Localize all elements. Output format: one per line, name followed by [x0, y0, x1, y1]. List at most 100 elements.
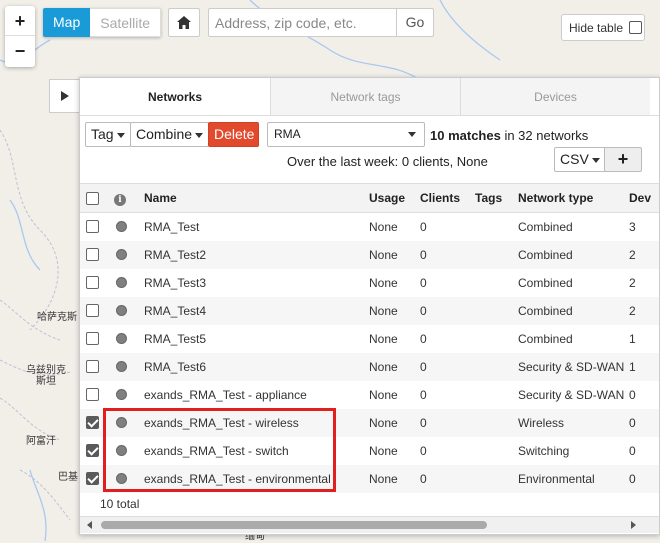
table-row[interactable]: RMA_Test6 None 0 Security & SD-WAN 1 — [80, 352, 659, 381]
row-name[interactable]: RMA_Test2 — [144, 240, 369, 269]
row-network-type: Security & SD-WAN — [518, 380, 629, 409]
status-dot-icon — [116, 305, 127, 316]
row-devices: 0 — [629, 464, 659, 493]
table-row[interactable]: RMA_Test2 None 0 Combined 2 — [80, 240, 659, 269]
row-checkbox[interactable] — [86, 416, 99, 429]
table-row[interactable]: exands_RMA_Test - wireless None 0 Wireless 0 — [80, 408, 659, 437]
column-header-devices[interactable]: Dev — [629, 183, 659, 213]
row-status-cell — [114, 240, 144, 269]
row-checkbox[interactable] — [86, 332, 99, 345]
row-usage: None — [369, 324, 420, 353]
networks-panel: Networks Network tags Devices Tag Combin… — [79, 77, 660, 535]
scrollbar-thumb[interactable] — [101, 521, 487, 529]
status-dot-icon — [116, 417, 127, 428]
table-row[interactable]: RMA_Test None 0 Combined 3 — [80, 212, 659, 241]
chevron-down-icon — [591, 157, 600, 163]
status-dot-icon — [116, 389, 127, 400]
row-usage: None — [369, 408, 420, 437]
tag-button-label: Tag — [91, 126, 114, 142]
column-header-name[interactable]: Name — [144, 183, 369, 213]
row-checkbox[interactable] — [86, 360, 99, 373]
hide-table-checkbox[interactable] — [629, 21, 643, 34]
network-filter-select[interactable]: RMA — [267, 122, 425, 147]
row-network-type: Combined — [518, 296, 629, 325]
home-icon — [177, 16, 191, 29]
table-row[interactable]: exands_RMA_Test - appliance None 0 Security… — [80, 380, 659, 409]
row-tags — [475, 436, 518, 465]
delete-button[interactable]: Delete — [208, 122, 259, 147]
row-clients: 0 — [420, 268, 475, 297]
tab-devices[interactable]: Devices — [460, 78, 650, 115]
row-checkbox[interactable] — [86, 220, 99, 234]
zoom-in-button[interactable]: + — [5, 6, 35, 36]
row-name[interactable]: RMA_Test3 — [144, 268, 369, 297]
row-name[interactable]: RMA_Test4 — [144, 296, 369, 325]
address-input[interactable] — [209, 9, 397, 36]
row-name[interactable]: exands_RMA_Test - appliance — [144, 380, 369, 409]
row-select-cell — [80, 268, 114, 297]
triangle-right-icon — [60, 91, 69, 101]
hide-table-toggle[interactable]: Hide table — [561, 14, 645, 41]
row-name[interactable]: exands_RMA_Test - wireless — [144, 408, 369, 437]
column-header-network-type[interactable]: Network type — [518, 183, 629, 213]
row-clients: 0 — [420, 324, 475, 353]
row-checkbox[interactable] — [86, 388, 99, 401]
row-network-type: Security & SD-WAN — [518, 352, 629, 381]
row-network-type: Combined — [518, 240, 629, 269]
scroll-left-icon[interactable] — [87, 521, 92, 529]
row-usage: None — [369, 240, 420, 269]
csv-export-button[interactable]: CSV — [554, 147, 606, 172]
row-select-cell — [80, 408, 114, 437]
table-total: 10 total — [100, 497, 140, 511]
match-count-rest: in 32 networks — [504, 128, 589, 143]
go-button[interactable]: Go — [397, 9, 433, 36]
row-checkbox[interactable] — [86, 304, 99, 317]
row-checkbox[interactable] — [86, 276, 99, 289]
row-name[interactable]: RMA_Test — [144, 212, 369, 241]
row-devices: 1 — [629, 324, 659, 353]
status-dot-icon — [116, 445, 127, 456]
row-name[interactable]: RMA_Test5 — [144, 324, 369, 353]
row-checkbox[interactable] — [86, 472, 99, 485]
row-status-cell — [114, 268, 144, 297]
column-header-usage[interactable]: Usage — [369, 183, 420, 213]
row-status-cell — [114, 408, 144, 437]
add-network-button[interactable]: + — [604, 147, 642, 172]
row-name[interactable]: exands_RMA_Test - environmental — [144, 464, 369, 493]
row-checkbox[interactable] — [86, 248, 99, 261]
chevron-down-icon — [116, 132, 125, 138]
row-name[interactable]: RMA_Test6 — [144, 352, 369, 381]
scroll-right-icon[interactable] — [631, 521, 636, 529]
info-icon[interactable]: i — [114, 193, 126, 206]
hide-table-label: Hide table — [569, 20, 624, 35]
table-row[interactable]: RMA_Test4 None 0 Combined 2 — [80, 296, 659, 325]
home-button[interactable] — [168, 8, 200, 37]
row-devices: 0 — [629, 380, 659, 409]
tab-networks[interactable]: Networks — [80, 78, 270, 115]
panel-tabs: Networks Network tags Devices — [80, 78, 659, 116]
row-clients: 0 — [420, 380, 475, 409]
table-row[interactable]: RMA_Test5 None 0 Combined 1 — [80, 324, 659, 353]
row-usage: None — [369, 212, 420, 241]
map-type-map-button[interactable]: Map — [43, 8, 91, 37]
map-type-satellite-button[interactable]: Satellite — [90, 8, 162, 37]
combine-button[interactable]: Combine — [130, 122, 210, 147]
row-tags — [475, 324, 518, 353]
table-row[interactable]: RMA_Test3 None 0 Combined 2 — [80, 268, 659, 297]
row-name[interactable]: exands_RMA_Test - switch — [144, 436, 369, 465]
tag-button[interactable]: Tag — [85, 122, 131, 147]
collapse-panel-button[interactable] — [49, 79, 79, 113]
column-header-tags[interactable]: Tags — [475, 183, 518, 213]
table-row[interactable]: exands_RMA_Test - environmental None 0 Envi… — [80, 464, 659, 493]
zoom-out-button[interactable]: − — [5, 36, 35, 66]
table-row[interactable]: exands_RMA_Test - switch None 0 Switching 0 — [80, 436, 659, 465]
row-usage: None — [369, 380, 420, 409]
horizontal-scrollbar[interactable] — [80, 516, 659, 533]
row-clients: 0 — [420, 408, 475, 437]
select-all-checkbox[interactable] — [86, 191, 99, 205]
tab-network-tags[interactable]: Network tags — [270, 78, 460, 115]
row-devices: 1 — [629, 352, 659, 381]
row-checkbox[interactable] — [86, 444, 99, 457]
row-select-cell — [80, 296, 114, 325]
column-header-clients[interactable]: Clients — [420, 183, 475, 213]
